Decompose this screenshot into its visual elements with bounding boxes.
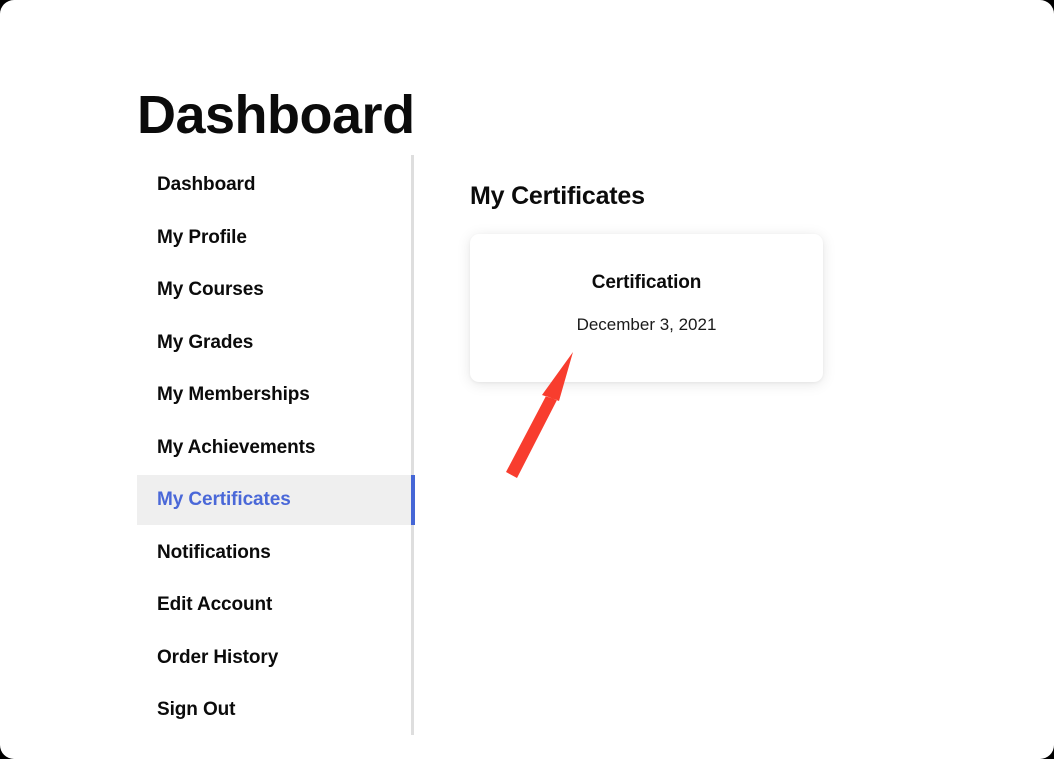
sidebar-item-label: My Grades [157,331,254,353]
sidebar-item-dashboard[interactable]: Dashboard [137,160,415,210]
content-heading: My Certificates [470,181,645,210]
sidebar-item-edit-account[interactable]: Edit Account [137,580,415,630]
sidebar-item-label: Order History [157,646,279,668]
sidebar-item-label: Edit Account [157,594,273,615]
certificate-title: Certification [591,272,702,293]
active-nav-indicator [411,475,415,525]
sidebar-item-notifications[interactable]: Notifications [137,528,415,578]
sidebar-item-label: My Courses [157,279,264,300]
sidebar-item-my-grades[interactable]: My Grades [137,318,415,368]
sidebar-item-label: My Certificates [157,489,291,510]
dashboard-page: Dashboard Dashboard My Profile My Courses M… [0,0,1054,759]
sidebar-item-label: Notifications [157,541,271,563]
sidebar-divider [411,155,414,735]
sidebar-item-my-courses[interactable]: My Courses [137,265,415,315]
sidebar-item-my-profile[interactable]: My Profile [137,213,415,263]
certificate-card[interactable]: Certification December 3, 2021 [470,234,823,382]
sidebar-item-label: My Memberships [157,384,310,405]
sidebar-item-my-memberships[interactable]: My Memberships [137,370,415,420]
page-title: Dashboard [137,85,415,146]
account-sidebar: Dashboard My Profile My Courses My Grades My… [137,160,415,738]
sidebar-item-my-achievements[interactable]: My Achievements [137,423,415,473]
sidebar-item-label: Dashboard [157,174,256,195]
sidebar-item-sign-out[interactable]: Sign Out [137,685,415,735]
sidebar-item-my-certificates[interactable]: My Certificates [137,475,415,525]
sidebar-item-label: Sign Out [157,699,236,720]
sidebar-item-order-history[interactable]: Order History [137,633,415,683]
sidebar-item-label: My Profile [157,226,247,248]
sidebar-item-label: My Achievements [157,436,316,458]
certificate-date: December 3, 2021 [576,315,717,334]
